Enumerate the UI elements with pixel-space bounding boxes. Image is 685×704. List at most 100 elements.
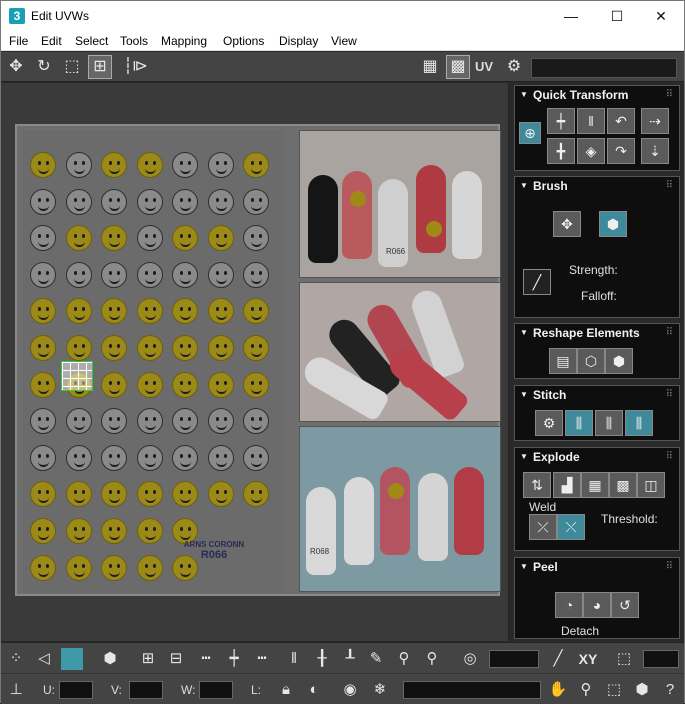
explode-header[interactable]: Explode bbox=[515, 448, 679, 466]
u-field[interactable] bbox=[59, 681, 93, 699]
brush-header[interactable]: Brush bbox=[515, 177, 679, 195]
brush-curve-button[interactable]: ╱ bbox=[523, 269, 551, 295]
uv-viewport[interactable]: ARNS CORONN R066 R066 R068 bbox=[1, 83, 509, 641]
hide-icon[interactable]: ◐ bbox=[303, 679, 325, 701]
lock-icon[interactable]: 🔒︎ bbox=[275, 679, 297, 701]
paint-move-button[interactable]: ✥ bbox=[553, 211, 581, 237]
explode-button[interactable]: ⇅ bbox=[523, 472, 551, 498]
menu-tools[interactable]: Tools bbox=[120, 34, 148, 48]
stitch-rollout: Stitch ⠿ ⚙ ⫼ ⫼ ⫼ bbox=[514, 385, 680, 441]
pan-icon[interactable]: ✋ bbox=[547, 679, 569, 701]
stitch-average-button[interactable]: ⫼ bbox=[595, 410, 623, 436]
menu-options[interactable]: Options bbox=[223, 34, 264, 48]
flatten-button[interactable]: ▟ bbox=[553, 472, 581, 498]
stitch-custom-button[interactable]: ⚙ bbox=[535, 410, 563, 436]
transform-pivot-button[interactable]: ⊕ bbox=[519, 122, 541, 144]
rotate-ccw-button[interactable]: ↶ bbox=[607, 108, 635, 134]
quick-peel-button[interactable]: ◔ bbox=[555, 592, 583, 618]
loop-icon[interactable]: ┅ bbox=[195, 648, 217, 670]
menu-edit[interactable]: Edit bbox=[41, 34, 62, 48]
minimize-button[interactable]: — bbox=[548, 1, 594, 31]
ring-shrink-icon[interactable]: ┸ bbox=[339, 648, 361, 670]
reset-peel-button[interactable]: ↺ bbox=[611, 592, 639, 618]
checker-icon[interactable]: ▦ bbox=[419, 56, 441, 78]
uv-space-label[interactable]: UV bbox=[475, 59, 493, 74]
stitch-target-button[interactable]: ⫼ bbox=[625, 410, 653, 436]
loop-grow-icon[interactable]: ┿ bbox=[223, 648, 245, 670]
smiley-sticker bbox=[243, 188, 269, 215]
align-vertical-button[interactable]: ╋ bbox=[547, 138, 575, 164]
grid-icon[interactable]: ▩ bbox=[446, 55, 470, 79]
space-horizontal-button[interactable]: ⇣ bbox=[641, 138, 669, 164]
relax-settings-button[interactable]: ⬢ bbox=[605, 348, 633, 374]
zoom-icon[interactable]: ⚲ bbox=[575, 679, 597, 701]
ring-grow-icon[interactable]: ╂ bbox=[311, 648, 333, 670]
freeze-icon[interactable]: ❄ bbox=[369, 679, 391, 701]
xy-toggle[interactable]: XY bbox=[575, 648, 601, 670]
reshape-header[interactable]: Reshape Elements bbox=[515, 324, 679, 342]
ring-icon[interactable]: ‖ bbox=[283, 648, 305, 670]
texel-field[interactable] bbox=[643, 650, 679, 668]
menu-display[interactable]: Display bbox=[279, 34, 318, 48]
smiley-sticker bbox=[207, 152, 234, 178]
texture-dropdown[interactable] bbox=[531, 58, 677, 78]
close-button[interactable]: ✕ bbox=[638, 1, 684, 31]
absolute-mode-icon[interactable]: ⊥ bbox=[5, 679, 27, 701]
space-vertical-button[interactable]: ‖ bbox=[577, 108, 605, 134]
menu-mapping[interactable]: Mapping bbox=[161, 34, 207, 48]
menu-file[interactable]: File bbox=[9, 34, 28, 48]
align-edge-button[interactable]: ⇢ bbox=[641, 108, 669, 134]
quick-transform-header[interactable]: Quick Transform bbox=[515, 86, 679, 104]
straighten-button[interactable]: ▤ bbox=[549, 348, 577, 374]
falloff-type-icon[interactable]: ╱ bbox=[547, 648, 569, 670]
element-mode-icon[interactable]: ⬢ bbox=[99, 648, 121, 670]
rotate-icon[interactable]: ↻ bbox=[33, 56, 55, 78]
photo-code-label-2: R068 bbox=[310, 547, 330, 556]
break-button[interactable]: ▦ bbox=[581, 472, 609, 498]
freeform-icon[interactable]: ⊞ bbox=[88, 55, 112, 79]
edge-mode-icon[interactable]: ◁ bbox=[33, 648, 55, 670]
align-center-button[interactable]: ◈ bbox=[577, 138, 605, 164]
help-icon[interactable]: ? bbox=[659, 679, 681, 701]
peel-mode-button[interactable]: ◕ bbox=[583, 592, 611, 618]
w-field[interactable] bbox=[199, 681, 233, 699]
peel-header[interactable]: Peel bbox=[515, 558, 679, 576]
stitch-header[interactable]: Stitch bbox=[515, 386, 679, 404]
settings-icon[interactable]: ⚙ bbox=[503, 56, 525, 78]
smiley-sticker bbox=[30, 298, 56, 325]
selected-uv-cluster[interactable] bbox=[61, 361, 93, 391]
checker-break-button[interactable]: ▩ bbox=[609, 472, 637, 498]
rotate-cw-button[interactable]: ↷ bbox=[607, 138, 635, 164]
weld-all-button[interactable]: ⤬ bbox=[557, 514, 585, 540]
mirror-icon[interactable]: ⧐ bbox=[129, 56, 151, 78]
brush-enlarge-icon[interactable]: ⚲ bbox=[393, 648, 415, 670]
polygon-mode-icon[interactable] bbox=[61, 648, 83, 670]
menu-select[interactable]: Select bbox=[75, 34, 108, 48]
move-icon[interactable]: ✥ bbox=[5, 56, 27, 78]
texel-lock-icon[interactable]: ⬚ bbox=[613, 648, 635, 670]
scale-icon[interactable]: ⬚ bbox=[61, 56, 83, 78]
zoom-extents-icon[interactable]: ⬢ bbox=[631, 679, 653, 701]
shrink-selection-icon[interactable]: ⊟ bbox=[165, 648, 187, 670]
menu-view[interactable]: View bbox=[331, 34, 357, 48]
relax-button[interactable]: ⬡ bbox=[577, 348, 605, 374]
smiley-sticker bbox=[207, 408, 234, 435]
loop-shrink-icon[interactable]: ┅ bbox=[251, 648, 273, 670]
split-button[interactable]: ◫ bbox=[637, 472, 665, 498]
show-icon[interactable]: ◉ bbox=[339, 679, 361, 701]
falloff-field[interactable] bbox=[489, 650, 539, 668]
maximize-button[interactable]: ☐ bbox=[594, 1, 640, 31]
filter-field[interactable] bbox=[403, 681, 541, 699]
weld-selected-button[interactable]: ⤫ bbox=[529, 514, 557, 540]
paint-select-icon[interactable]: ✎ bbox=[365, 648, 387, 670]
vertex-mode-icon[interactable]: ⁘ bbox=[5, 648, 27, 670]
align-horizontal-button[interactable]: ┿ bbox=[547, 108, 575, 134]
soft-selection-icon[interactable]: ◎ bbox=[459, 648, 481, 670]
stitch-source-button[interactable]: ⫼ bbox=[565, 410, 593, 436]
v-label: V: bbox=[111, 683, 122, 697]
grow-selection-icon[interactable]: ⊞ bbox=[137, 648, 159, 670]
zoom-region-icon[interactable]: ⬚ bbox=[603, 679, 625, 701]
v-field[interactable] bbox=[129, 681, 163, 699]
brush-shrink-icon[interactable]: ⚲ bbox=[421, 648, 443, 670]
relax-brush-button[interactable]: ⬢ bbox=[599, 211, 627, 237]
